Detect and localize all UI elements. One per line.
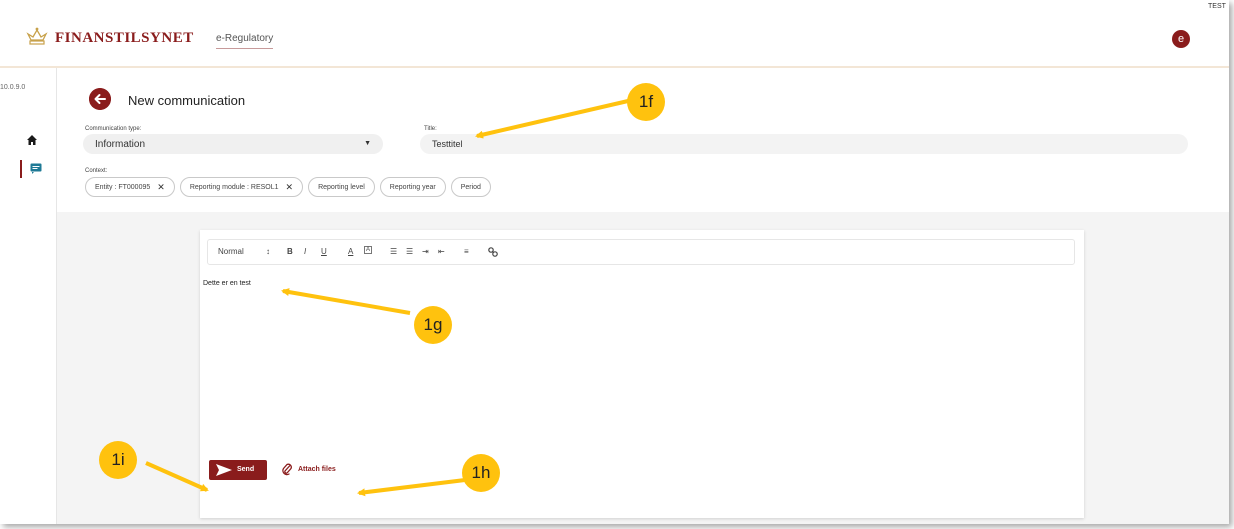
chip-period[interactable]: Period: [450, 177, 491, 197]
top-bar: FINANSTILSYNET e-Regulatory e TEST: [0, 0, 1229, 68]
title-input[interactable]: Testtitel: [420, 134, 1188, 154]
communication-type-select[interactable]: Information ▼: [83, 134, 383, 154]
format-select[interactable]: Normal: [218, 247, 244, 256]
link-icon[interactable]: [488, 247, 498, 257]
home-icon[interactable]: [26, 134, 38, 146]
indent-increase-icon[interactable]: ⇥: [422, 247, 429, 256]
dropdown-caret-icon: ▼: [364, 140, 371, 147]
editor-body[interactable]: Dette er en test: [203, 280, 251, 287]
title-label: Title:: [424, 126, 437, 132]
underline-button[interactable]: U: [321, 247, 327, 256]
context-label: Context:: [85, 168, 108, 174]
back-button[interactable]: [89, 88, 111, 110]
brand-name[interactable]: FINANSTILSYNET: [55, 30, 194, 47]
background-color-button[interactable]: A: [364, 246, 373, 254]
send-button[interactable]: Send: [209, 460, 267, 480]
nav-tab-e-regulatory[interactable]: e-Regulatory: [216, 33, 274, 49]
callout-1i: 1i: [99, 441, 137, 479]
communication-type-value: Information: [95, 139, 146, 150]
font-color-button[interactable]: A: [348, 247, 353, 256]
communication-type-label: Communication type:: [85, 126, 142, 132]
sidebar-item-communication[interactable]: [20, 160, 46, 178]
app-window: FINANSTILSYNET e-Regulatory e TEST 10.0.…: [0, 0, 1229, 524]
sidebar: 10.0.9.0: [0, 68, 57, 524]
environment-label: TEST: [1208, 3, 1226, 10]
chip-reporting-level[interactable]: Reporting level: [308, 177, 375, 197]
remove-chip-icon[interactable]: ✕: [157, 182, 165, 193]
bold-button[interactable]: B: [287, 247, 293, 256]
editor-card: Normal ↕ B I U A A ☰ ☰ ⇥ ⇤ ≡ Dette er en…: [200, 230, 1084, 518]
format-caret-icon[interactable]: ↕: [266, 247, 270, 256]
paperclip-icon: [282, 463, 292, 476]
attach-files-label: Attach files: [298, 466, 336, 473]
indent-decrease-icon[interactable]: ⇤: [438, 247, 445, 256]
chip-reporting-module[interactable]: Reporting module : RESOL1 ✕: [179, 177, 304, 197]
context-chips: Entity : FT000095 ✕ Reporting module : RE…: [85, 177, 491, 197]
chip-reporting-year[interactable]: Reporting year: [379, 177, 446, 197]
send-label: Send: [237, 466, 255, 473]
page-title: New communication: [128, 93, 246, 108]
ordered-list-icon[interactable]: ☰: [390, 247, 397, 256]
user-avatar[interactable]: e: [1172, 30, 1190, 48]
chip-entity[interactable]: Entity : FT000095 ✕: [85, 177, 175, 197]
bullet-list-icon[interactable]: ☰: [406, 247, 413, 256]
align-icon[interactable]: ≡: [464, 247, 469, 256]
send-icon: [216, 464, 232, 476]
chat-icon: [30, 163, 42, 174]
crown-logo-icon: [26, 27, 48, 45]
italic-button[interactable]: I: [304, 247, 306, 256]
title-input-value: Testtitel: [432, 139, 463, 149]
callout-1g: 1g: [414, 306, 452, 344]
version-label: 10.0.9.0: [0, 84, 26, 91]
remove-chip-icon[interactable]: ✕: [286, 182, 294, 193]
callout-1h: 1h: [462, 454, 500, 492]
editor-toolbar: Normal ↕ B I U A A ☰ ☰ ⇥ ⇤ ≡: [207, 239, 1075, 265]
callout-1f: 1f: [627, 83, 665, 121]
